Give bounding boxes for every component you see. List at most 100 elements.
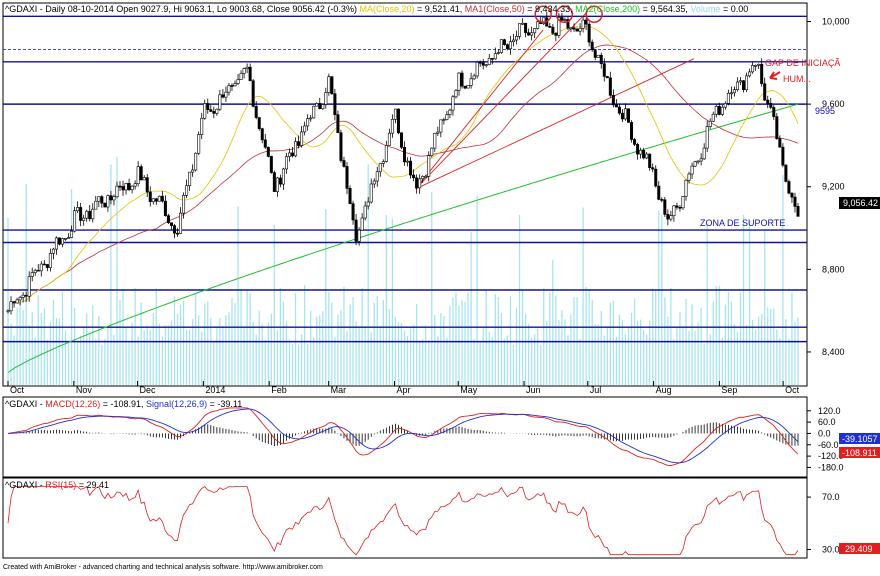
candle-down [88, 210, 92, 220]
candle-down [57, 237, 61, 245]
candle-down [260, 128, 264, 141]
price-tick-label: 10,000 [822, 17, 850, 27]
candle-up [748, 71, 752, 77]
candle-down [169, 222, 173, 226]
candle-down [163, 200, 167, 216]
candle-down [575, 28, 579, 32]
candle-up [684, 179, 688, 197]
candle-down [342, 160, 346, 167]
header-volume-value: = 0.00 [720, 4, 748, 14]
candle-up [581, 19, 585, 29]
candle-down [784, 164, 788, 182]
candle-up [73, 210, 77, 232]
candle-down [584, 19, 588, 25]
candle-up [738, 80, 742, 83]
macd-header-signal-value: = -39.11 [207, 399, 242, 409]
candle-up [124, 183, 128, 191]
x-tick-label: Dec [140, 385, 157, 395]
macd-tick-label: 120.0 [818, 406, 841, 416]
candle-down [42, 263, 46, 266]
candle-up [218, 94, 222, 110]
candle-down [620, 112, 624, 120]
candle-up [51, 248, 55, 254]
candle-down [460, 72, 464, 87]
candle-up [418, 178, 422, 189]
candle-up [33, 269, 37, 273]
candle-up [91, 208, 95, 220]
candle-down [12, 301, 16, 304]
candle-up [645, 153, 649, 159]
macd-header: ^GDAXI - MACD(12,26) = -108.91, Signal(1… [5, 399, 242, 409]
candle-up [669, 215, 673, 220]
candle-down [666, 214, 670, 220]
rsi-header-rsi-label: RSI(15) [45, 480, 76, 490]
candle-up [445, 114, 449, 120]
candle-down [772, 107, 776, 117]
x-tick-label: Feb [271, 385, 287, 395]
candle-up [327, 76, 331, 93]
macd-tick-label: 60.0 [818, 417, 836, 427]
candle-up [21, 294, 25, 298]
candle-down [505, 44, 509, 50]
candle-up [427, 155, 431, 177]
candle-up [696, 160, 700, 163]
annotation-hum: HUM... [783, 74, 811, 84]
candle-up [179, 212, 183, 234]
candle-up [18, 297, 22, 301]
candle-up [708, 120, 712, 127]
candle-up [30, 272, 34, 277]
candle-down [611, 95, 615, 106]
candle-up [76, 207, 80, 212]
candle-down [717, 106, 721, 115]
candle-down [608, 77, 612, 96]
candle-down [221, 94, 225, 98]
candle-up [639, 149, 643, 155]
candle-down [675, 205, 679, 208]
candle-up [85, 210, 89, 219]
candle-up [387, 132, 391, 146]
candle-up [424, 176, 428, 178]
candle-down [269, 156, 273, 173]
x-tick-label: Jul [590, 385, 602, 395]
candle-up [745, 75, 749, 91]
candle-down [103, 202, 107, 208]
header-symbol: ^GDAXI [5, 4, 37, 14]
candle-down [790, 192, 794, 198]
candle-up [309, 117, 313, 120]
candle-down [660, 199, 664, 201]
candle-up [306, 118, 310, 127]
candle-down [297, 141, 301, 146]
candle-up [182, 195, 186, 214]
x-tick-label: Sep [721, 385, 737, 395]
candle-up [245, 66, 249, 69]
candle-up [705, 126, 709, 149]
candle-up [690, 165, 694, 175]
candle-up [133, 183, 137, 187]
candle-up [569, 27, 573, 30]
candle-down [572, 27, 576, 30]
macd-value-label: -108.911 [842, 448, 877, 458]
candle-down [769, 103, 773, 108]
candle-down [345, 166, 349, 189]
candle-up [200, 117, 204, 135]
candle-down [100, 196, 104, 204]
macd-header-signal-label: Signal(12,26,9) [146, 399, 207, 409]
candle-down [781, 146, 785, 166]
candle-up [97, 196, 101, 202]
candle-down [778, 138, 782, 148]
candle-up [720, 106, 724, 115]
candle-up [239, 73, 243, 80]
candle-up [324, 92, 328, 105]
candle-up [188, 171, 192, 186]
candle-down [251, 80, 255, 107]
candle-down [154, 198, 158, 202]
candle-down [318, 103, 322, 110]
candle-down [793, 196, 797, 207]
chart-canvas[interactable]: 10,0009,6009,2008,8008,400 Oct Nov Dec 2014… [0, 0, 880, 571]
candle-up [442, 119, 446, 121]
candle-down [478, 61, 482, 64]
candle-down [527, 32, 531, 36]
x-tick-label: Mar [331, 385, 347, 395]
candle-up [729, 92, 733, 95]
candle-down [654, 168, 658, 187]
